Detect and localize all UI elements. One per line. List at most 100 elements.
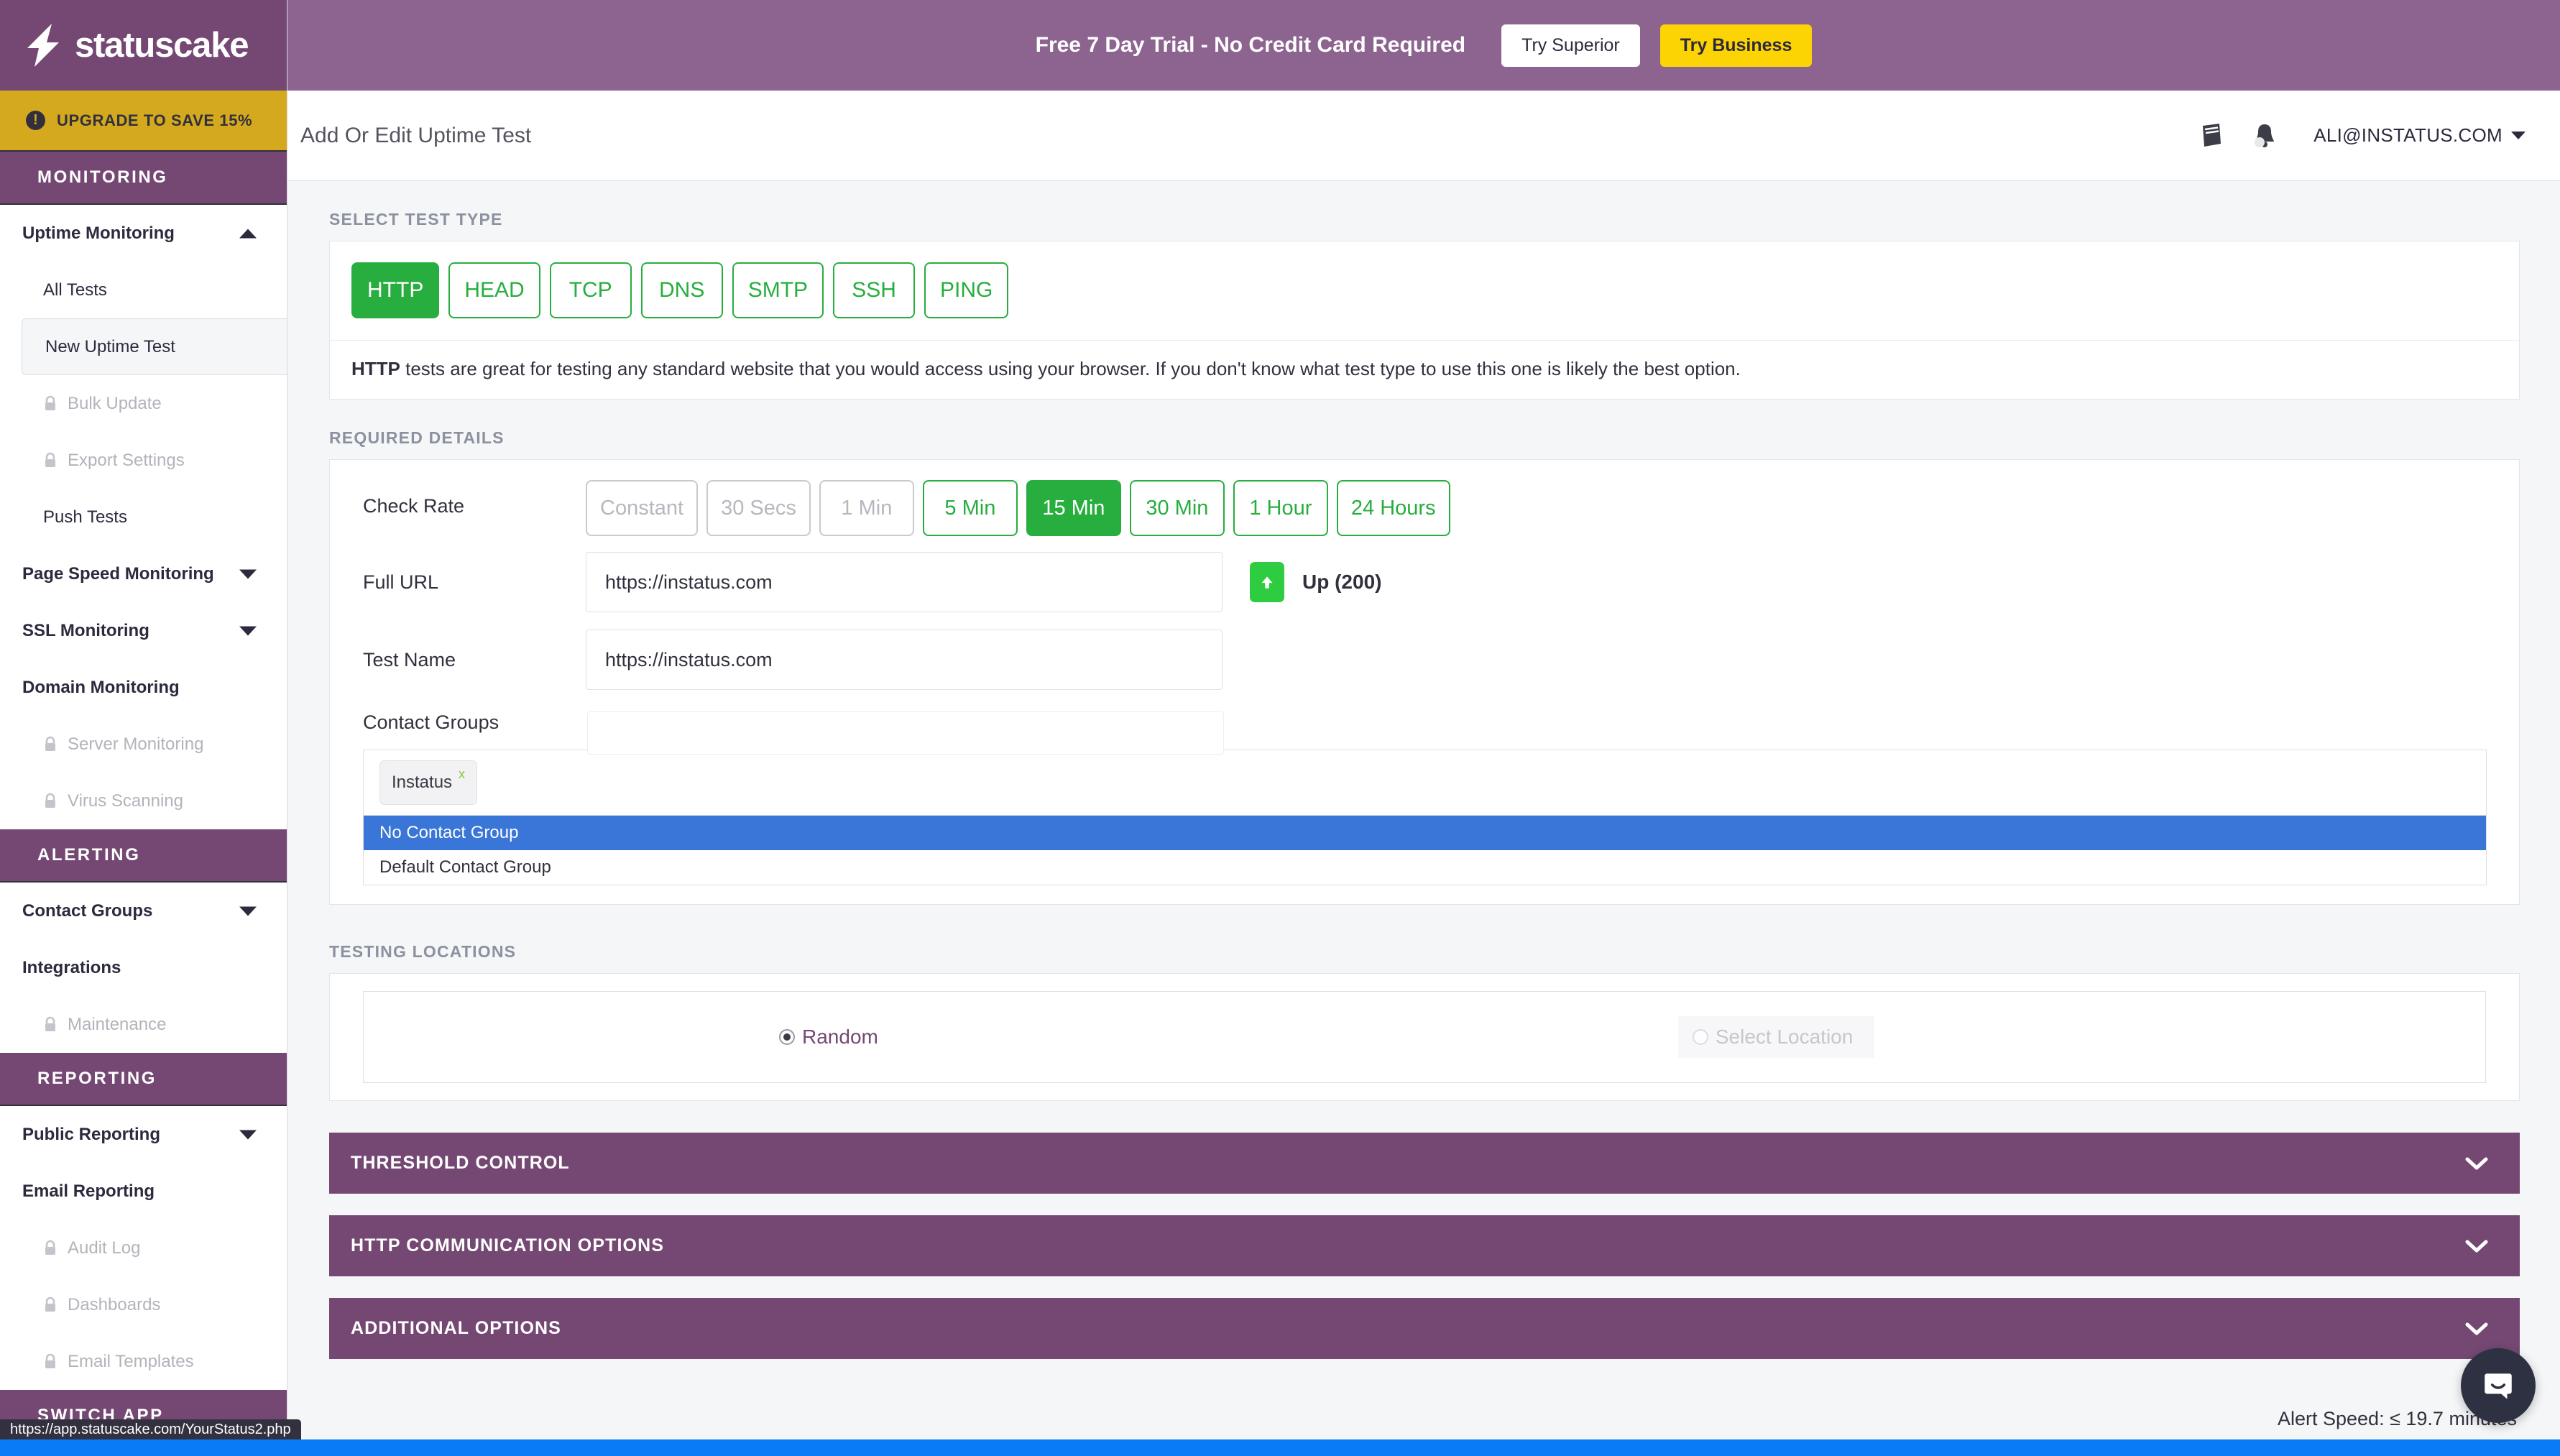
test-type-button-group: HTTP HEAD TCP DNS SMTP SSH PING <box>330 241 2519 340</box>
sidebar-item-integrations[interactable]: Integrations <box>0 939 287 996</box>
chevron-down-icon <box>2465 1157 2488 1169</box>
browser-status-bar: https://app.statuscake.com/YourStatus2.p… <box>0 1419 301 1439</box>
sidebar-item-label: Server Monitoring <box>68 734 204 754</box>
sidebar-nav: MONITORING Uptime Monitoring All Tests New … <box>0 152 287 1443</box>
sidebar-section-label: REPORTING <box>37 1069 157 1088</box>
test-type-tcp-button[interactable]: TCP <box>549 262 632 318</box>
contact-group-option[interactable]: No Contact Group <box>364 816 2486 850</box>
sidebar-item-label: Integrations <box>22 957 121 977</box>
check-rate-24-hours-button[interactable]: 24 Hours <box>1336 480 1450 536</box>
chat-widget-button[interactable] <box>2461 1348 2536 1423</box>
page-title: Add Or Edit Uptime Test <box>300 123 532 147</box>
panel-additional-options[interactable]: ADDITIONAL OPTIONS <box>329 1298 2520 1359</box>
up-status-text: Up (200) <box>1302 571 1382 593</box>
select-test-type-card: HTTP HEAD TCP DNS SMTP SSH PING HTTP tests are… <box>329 241 2520 400</box>
check-rate-15-min-button[interactable]: 15 Min <box>1026 480 1121 536</box>
contact-groups-text-input[interactable] <box>587 711 1224 755</box>
sidebar-item-label: Dashboards <box>68 1294 161 1314</box>
test-type-description-bold: HTTP <box>351 358 400 379</box>
contact-group-tag-label: Instatus <box>392 773 453 792</box>
sidebar-item-uptime-monitoring[interactable]: Uptime Monitoring <box>0 205 287 262</box>
trial-message: Free 7 Day Trial - No Credit Card Requir… <box>1035 33 1466 57</box>
test-type-http-button[interactable]: HTTP <box>351 262 440 318</box>
check-rate-1-min-button: 1 Min <box>819 480 914 536</box>
check-rate-row: Check Rate Constant 30 Secs 1 Min 5 Min 15 M… <box>330 460 2519 552</box>
contact-group-option[interactable]: Default Contact Group <box>364 850 2486 885</box>
test-type-smtp-button[interactable]: SMTP <box>732 262 824 318</box>
sidebar-item-email-reporting[interactable]: Email Reporting <box>0 1163 287 1220</box>
sidebar-item-page-speed-monitoring[interactable]: Page Speed Monitoring <box>0 545 287 602</box>
panel-title: THRESHOLD CONTROL <box>351 1153 570 1173</box>
required-details-card: Check Rate Constant 30 Secs 1 Min 5 Min 15 M… <box>329 459 2520 905</box>
check-rate-30-min-button[interactable]: 30 Min <box>1129 480 1225 536</box>
contact-groups-dropdown[interactable]: No Contact Group Default Contact Group <box>363 816 2487 885</box>
sidebar-item-all-tests[interactable]: All Tests <box>0 262 287 318</box>
user-email-label: ALI@INSTATUS.COM <box>2313 124 2503 146</box>
sidebar: statuscake ! UPGRADE TO SAVE 15% MONITOR… <box>0 0 287 1456</box>
panel-title: HTTP COMMUNICATION OPTIONS <box>351 1235 664 1255</box>
sidebar-item-push-tests[interactable]: Push Tests <box>0 489 287 545</box>
full-url-row: Full URL Up (200) <box>330 552 2519 630</box>
chevron-up-icon <box>239 229 257 238</box>
check-rate-1-hour-button[interactable]: 1 Hour <box>1233 480 1328 536</box>
chevron-down-icon <box>239 1130 257 1139</box>
try-business-button[interactable]: Try Business <box>1659 24 1813 67</box>
lock-icon <box>45 1353 55 1368</box>
collapsible-panels: THRESHOLD CONTROL HTTP COMMUNICATION OPTI… <box>287 1133 2560 1359</box>
sidebar-section-monitoring: MONITORING <box>0 152 287 205</box>
brand-logo[interactable]: statuscake <box>0 0 287 91</box>
lock-icon <box>45 793 55 808</box>
chevron-down-icon <box>2511 132 2526 139</box>
test-type-ssh-button[interactable]: SSH <box>833 262 916 318</box>
sidebar-item-new-uptime-test[interactable]: New Uptime Test <box>22 318 287 375</box>
chevron-down-icon <box>239 906 257 916</box>
chevron-down-icon <box>239 626 257 635</box>
sidebar-item-ssl-monitoring[interactable]: SSL Monitoring <box>0 602 287 659</box>
upgrade-banner[interactable]: ! UPGRADE TO SAVE 15% <box>0 91 287 152</box>
chevron-down-icon <box>2465 1322 2488 1335</box>
sidebar-item-label: SSL Monitoring <box>22 620 149 640</box>
close-icon[interactable]: x <box>459 767 465 782</box>
lightning-bolt-icon <box>27 24 59 67</box>
check-rate-30-secs-button: 30 Secs <box>706 480 811 536</box>
sidebar-item-virus-scanning: Virus Scanning <box>0 773 287 829</box>
sidebar-item-contact-groups[interactable]: Contact Groups <box>0 883 287 939</box>
test-name-input[interactable] <box>586 630 1223 690</box>
sidebar-item-domain-monitoring[interactable]: Domain Monitoring <box>0 659 287 716</box>
user-menu[interactable]: ALI@INSTATUS.COM <box>2313 124 2526 147</box>
panel-http-communication-options[interactable]: HTTP COMMUNICATION OPTIONS <box>329 1215 2520 1276</box>
bell-icon[interactable] <box>2250 121 2279 150</box>
sidebar-item-public-reporting[interactable]: Public Reporting <box>0 1106 287 1163</box>
lock-icon <box>45 1296 55 1312</box>
status-bar-url: https://app.statuscake.com/YourStatus2.p… <box>10 1421 291 1437</box>
test-type-dns-button[interactable]: DNS <box>640 262 723 318</box>
test-type-description: HTTP tests are great for testing any sta… <box>330 340 2519 399</box>
bottom-scrollbar[interactable] <box>0 1439 2560 1456</box>
sidebar-item-label: Page Speed Monitoring <box>22 563 214 584</box>
testing-locations-label: TESTING LOCATIONS <box>329 942 517 961</box>
sidebar-item-label: Push Tests <box>43 507 127 527</box>
sidebar-item-audit-log: Audit Log <box>0 1220 287 1276</box>
location-option-select[interactable]: Select Location <box>1677 1016 1875 1058</box>
main-content: SELECT TEST TYPE HTTP HEAD TCP DNS SMTP SSH PI… <box>287 181 2560 1456</box>
exclamation-icon: ! <box>26 111 45 130</box>
panel-threshold-control[interactable]: THRESHOLD CONTROL <box>329 1133 2520 1194</box>
check-rate-constant-button: Constant <box>586 480 699 536</box>
test-type-head-button[interactable]: HEAD <box>448 262 540 318</box>
sidebar-item-label: Public Reporting <box>22 1124 160 1144</box>
try-superior-button[interactable]: Try Superior <box>1501 24 1640 67</box>
check-rate-button-group: Constant 30 Secs 1 Min 5 Min 15 Min 30 Min 1 H… <box>586 460 1450 552</box>
book-icon[interactable] <box>2197 121 2226 150</box>
full-url-label: Full URL <box>363 571 439 593</box>
location-option-random[interactable]: Random <box>779 1026 878 1049</box>
sidebar-item-label: Maintenance <box>68 1014 167 1034</box>
location-options: Random Select Location <box>363 991 2486 1083</box>
chevron-down-icon <box>2465 1240 2488 1252</box>
sidebar-item-label: Domain Monitoring <box>22 677 180 697</box>
sidebar-item-maintenance: Maintenance <box>0 996 287 1053</box>
test-type-ping-button[interactable]: PING <box>924 262 1009 318</box>
up-arrow-icon <box>1250 562 1284 602</box>
contact-groups-select[interactable]: Instatus x <box>363 750 2487 816</box>
check-rate-5-min-button[interactable]: 5 Min <box>922 480 1018 536</box>
full-url-input[interactable] <box>586 552 1223 612</box>
